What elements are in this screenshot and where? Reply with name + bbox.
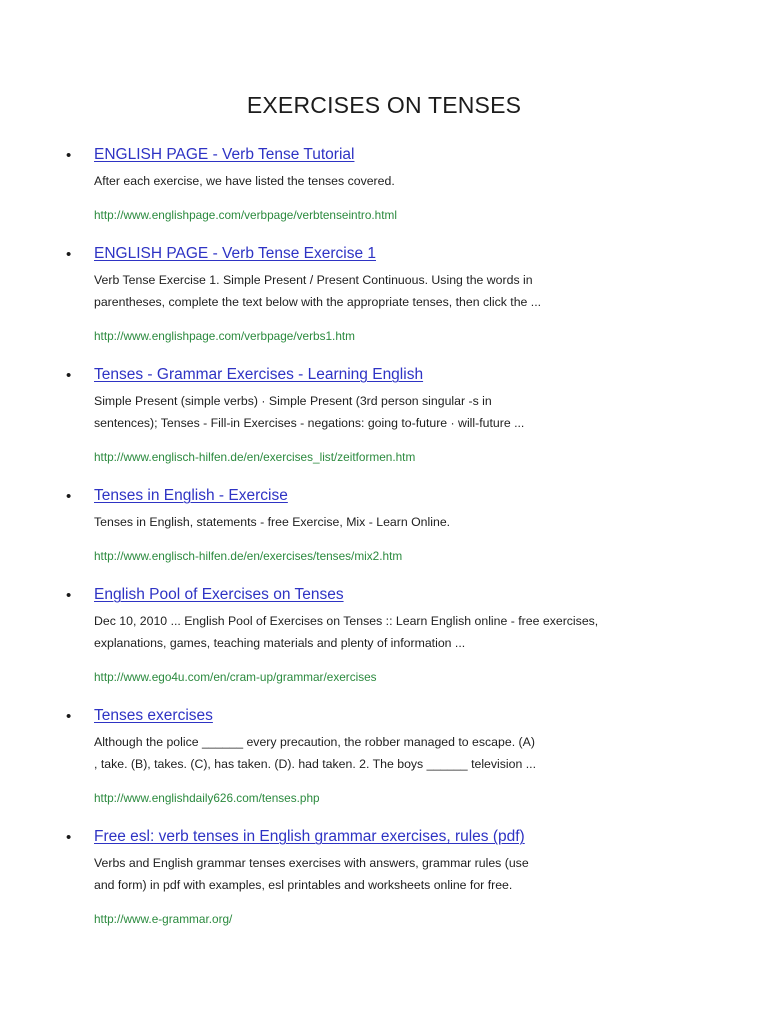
result-title-link[interactable]: English Pool of Exercises on Tenses (94, 584, 664, 606)
bullet-icon: • (66, 587, 72, 604)
result-url-link[interactable]: http://www.englishpage.com/verbpage/verb… (94, 328, 664, 344)
result-snippet: Verb Tense Exercise 1. Simple Present / … (94, 273, 542, 309)
result-title-link[interactable]: ENGLISH PAGE - Verb Tense Tutorial (94, 144, 664, 166)
result-snippet: Verbs and English grammar tenses exercis… (94, 856, 529, 892)
bullet-icon: • (66, 246, 72, 263)
list-item: • English Pool of Exercises on Tenses De… (64, 584, 664, 685)
result-url-link[interactable]: http://www.englishdaily626.com/tenses.ph… (94, 790, 664, 806)
result-url-link[interactable]: http://www.englisch-hilfen.de/en/exercis… (94, 548, 664, 564)
bullet-icon: • (66, 708, 72, 725)
result-snippet: After each exercise, we have listed the … (94, 174, 395, 188)
result-title-link[interactable]: Free esl: verb tenses in English grammar… (94, 826, 664, 848)
result-title-link[interactable]: Tenses - Grammar Exercises - Learning En… (94, 364, 664, 386)
list-item: • ENGLISH PAGE - Verb Tense Tutorial Aft… (64, 144, 664, 223)
bullet-icon: • (66, 829, 72, 846)
page-title: EXERCISES ON TENSES (246, 92, 522, 118)
result-snippet: Simple Present (simple verbs) · Simple P… (94, 394, 525, 430)
result-snippet: Tenses in English, statements - free Exe… (94, 515, 451, 529)
bullet-icon: • (66, 367, 72, 384)
result-url-link[interactable]: http://www.englisch-hilfen.de/en/exercis… (94, 449, 664, 465)
result-url-link[interactable]: http://www.e-grammar.org/ (94, 911, 664, 927)
list-item: • ENGLISH PAGE - Verb Tense Exercise 1 V… (64, 243, 664, 344)
result-url-link[interactable]: http://www.ego4u.com/en/cram-up/grammar/… (94, 669, 664, 685)
result-title-link[interactable]: Tenses exercises (94, 705, 664, 727)
list-item: • Tenses in English - Exercise Tenses in… (64, 485, 664, 564)
bullet-icon: • (66, 147, 72, 164)
result-title-link[interactable]: ENGLISH PAGE - Verb Tense Exercise 1 (94, 243, 664, 265)
list-item: • Tenses exercises Although the police _… (64, 705, 664, 806)
results-list: • ENGLISH PAGE - Verb Tense Tutorial Aft… (64, 144, 664, 947)
result-snippet: Although the police ______ every precaut… (94, 735, 536, 771)
list-item: • Tenses - Grammar Exercises - Learning … (64, 364, 664, 465)
result-snippet: Dec 10, 2010 ... English Pool of Exercis… (94, 614, 599, 650)
bullet-icon: • (66, 488, 72, 505)
list-item: • Free esl: verb tenses in English gramm… (64, 826, 664, 927)
result-title-link[interactable]: Tenses in English - Exercise (94, 485, 664, 507)
result-url-link[interactable]: http://www.englishpage.com/verbpage/verb… (94, 207, 664, 223)
